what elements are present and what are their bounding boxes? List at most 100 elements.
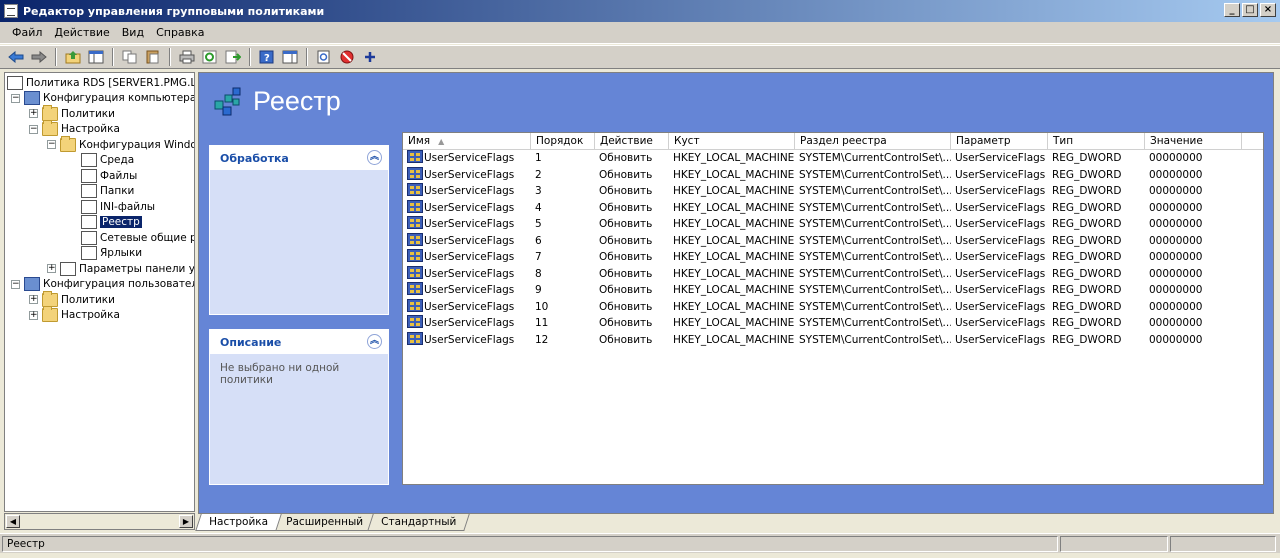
table-row[interactable]: UserServiceFlags 9 Обновить HKEY_LOCAL_MACH… — [403, 282, 1263, 299]
console-tree[interactable]: Политика RDS [SERVER1.PMG.LOC − Конфигурац… — [4, 72, 195, 512]
cell-text: SYSTEM\CurrentControlSet\... — [799, 234, 951, 247]
refresh-icon — [202, 50, 217, 64]
cell-text: 00000000 — [1149, 333, 1203, 346]
cell-text: UserServiceFlags — [424, 218, 515, 230]
table-row[interactable]: UserServiceFlags 7 Обновить HKEY_LOCAL_MACH… — [403, 249, 1263, 266]
help-button[interactable]: ? — [257, 47, 277, 67]
col-order-header[interactable]: Порядок — [531, 133, 595, 150]
collapse-icon[interactable]: − — [47, 140, 56, 149]
back-button[interactable] — [6, 47, 26, 67]
properties-button[interactable] — [314, 47, 334, 67]
expand-icon[interactable]: + — [29, 295, 38, 304]
table-row[interactable]: UserServiceFlags 6 Обновить HKEY_LOCAL_MACH… — [403, 232, 1263, 250]
close-button[interactable]: × — [1260, 3, 1276, 17]
col-key-header[interactable]: Раздел реестра — [795, 133, 951, 150]
column-header-label: Тип — [1053, 135, 1074, 147]
col-action-cell: Обновить — [595, 282, 669, 298]
col-param-header[interactable]: Параметр — [951, 133, 1048, 150]
tree-item[interactable]: + Параметры панели управления — [47, 261, 194, 276]
table-row[interactable]: UserServiceFlags 12 Обновить HKEY_LOCAL_MAC… — [403, 331, 1263, 349]
scroll-left-button[interactable]: ◀ — [6, 515, 20, 528]
files-icon — [81, 168, 97, 183]
tree-item[interactable]: + Настройка — [29, 306, 120, 323]
tree-item[interactable]: Сетевые общие ресурсы — [81, 230, 194, 245]
tab-extended[interactable]: Расширенный — [272, 514, 377, 531]
tree-item[interactable]: Ярлыки — [81, 246, 142, 261]
cell-text: REG_DWORD — [1052, 201, 1122, 214]
menu-action[interactable]: Действие — [48, 26, 115, 39]
console-tree-icon — [88, 50, 104, 64]
table-row[interactable]: UserServiceFlags 5 Обновить HKEY_LOCAL_MACH… — [403, 216, 1263, 233]
menu-help[interactable]: Справка — [150, 26, 210, 39]
table-row[interactable]: UserServiceFlags 2 Обновить HKEY_LOCAL_MACH… — [403, 166, 1263, 184]
up-level-button[interactable] — [63, 47, 83, 67]
col-name-cell: UserServiceFlags — [403, 315, 531, 331]
maximize-button[interactable]: □ — [1242, 3, 1258, 17]
tree-item[interactable]: + Политики — [29, 104, 115, 121]
cell-text: 00000000 — [1149, 317, 1203, 329]
menu-file[interactable]: Файл — [6, 26, 48, 39]
stop-button[interactable] — [337, 47, 357, 67]
col-order-cell: 8 — [531, 266, 595, 282]
table-row[interactable]: UserServiceFlags 3 Обновить HKEY_LOCAL_MACH… — [403, 183, 1263, 200]
table-row[interactable]: UserServiceFlags 8 Обновить HKEY_LOCAL_MACH… — [403, 265, 1263, 283]
cell-text: 5 — [535, 218, 542, 230]
print-button[interactable] — [177, 47, 197, 67]
table-row[interactable]: UserServiceFlags 4 Обновить HKEY_LOCAL_MACH… — [403, 199, 1263, 217]
tree-item[interactable]: Папки — [81, 184, 134, 199]
col-name-cell: UserServiceFlags — [403, 199, 531, 216]
col-name-cell: UserServiceFlags — [403, 150, 531, 166]
tree-item[interactable]: − Конфигурация Windows — [47, 135, 194, 152]
export-list-button[interactable] — [223, 47, 243, 67]
expand-icon[interactable]: + — [29, 109, 38, 118]
col-action-header[interactable]: Действие — [595, 133, 669, 150]
collapse-chevron-icon[interactable]: ︽ — [367, 150, 382, 165]
col-value-header[interactable]: Значение — [1145, 133, 1242, 150]
tree-item[interactable]: − Настройка — [29, 120, 120, 137]
collapse-icon[interactable]: − — [29, 124, 38, 134]
show-action-pane-button[interactable] — [280, 47, 300, 67]
menu-bar: Файл Действие Вид Справка — [0, 22, 1280, 44]
paste-button[interactable] — [143, 47, 163, 67]
col-hive-cell: HKEY_LOCAL_MACHINE — [669, 332, 795, 348]
tree-item[interactable]: − Конфигурация компьютера — [11, 91, 194, 106]
col-key-cell: SYSTEM\CurrentControlSet\... — [795, 299, 951, 315]
table-row[interactable]: UserServiceFlags 10 Обновить HKEY_LOCAL_MAC… — [403, 298, 1263, 316]
tree-horizontal-scrollbar[interactable]: ◀ ▶ — [4, 513, 195, 530]
col-type-header[interactable]: Тип — [1048, 133, 1145, 150]
col-name-header[interactable]: Имя ▲ — [403, 133, 531, 150]
forward-button[interactable] — [29, 47, 49, 67]
collapse-icon[interactable]: − — [11, 93, 20, 103]
tree-item[interactable]: Реестр — [81, 215, 142, 230]
col-hive-header[interactable]: Куст — [669, 133, 795, 150]
refresh-button[interactable] — [200, 47, 220, 67]
expand-icon[interactable]: + — [29, 310, 38, 320]
scroll-right-button[interactable]: ▶ — [179, 515, 193, 528]
col-name-cell: UserServiceFlags — [403, 331, 531, 348]
table-row[interactable]: UserServiceFlags 11 Обновить HKEY_LOCAL_MAC… — [403, 315, 1263, 332]
menu-view[interactable]: Вид — [116, 26, 150, 39]
show-hide-tree-button[interactable] — [86, 47, 106, 67]
minimize-button[interactable]: _ — [1224, 3, 1240, 17]
tree-item[interactable]: − Конфигурация пользователя — [11, 277, 194, 292]
tree-item[interactable]: Файлы — [81, 168, 137, 183]
collapse-chevron-icon[interactable]: ︽ — [367, 334, 382, 349]
shortcut-icon — [81, 246, 97, 260]
add-button[interactable] — [360, 47, 380, 67]
collapse-icon[interactable]: − — [11, 279, 20, 289]
tab-settings[interactable]: Настройка — [195, 514, 282, 531]
tree-item[interactable]: INI-файлы — [81, 199, 155, 214]
registry-items-list[interactable]: Имя ▲ Порядок Действие Куст Раздел реестра Пар… — [402, 132, 1264, 485]
expand-icon[interactable]: + — [47, 264, 56, 273]
description-panel-header[interactable]: Описание ︽ — [210, 330, 388, 354]
tree-item[interactable]: Среда — [81, 153, 134, 168]
tab-standard[interactable]: Стандартный — [367, 514, 470, 531]
col-key-cell: SYSTEM\CurrentControlSet\... — [795, 233, 951, 249]
copy-button[interactable] — [120, 47, 140, 67]
cell-text: REG_DWORD — [1052, 152, 1122, 164]
processing-panel-header[interactable]: Обработка ︽ — [210, 146, 388, 170]
folder-up-icon — [65, 51, 81, 64]
tree-item[interactable]: + Политики — [29, 290, 115, 307]
tree-item[interactable]: Политика RDS [SERVER1.PMG.LOC — [7, 75, 194, 90]
table-row[interactable]: UserServiceFlags 1 Обновить HKEY_LOCAL_MACH… — [403, 150, 1263, 167]
